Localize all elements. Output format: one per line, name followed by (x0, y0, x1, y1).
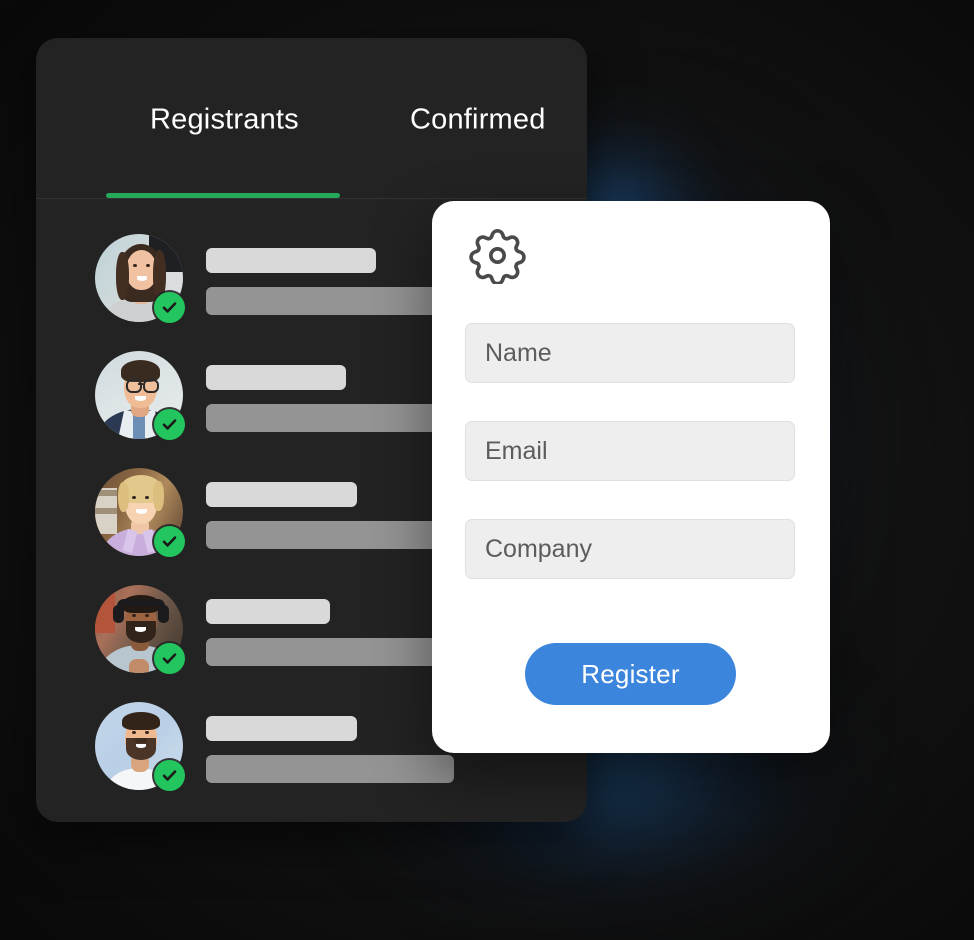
avatar (95, 468, 185, 557)
tab-divider (36, 198, 587, 199)
skeleton-bar-secondary (206, 755, 454, 783)
name-field[interactable]: Name (465, 323, 795, 383)
avatar (95, 351, 185, 440)
check-circle-icon (154, 292, 185, 323)
avatar (95, 585, 185, 674)
skeleton-bar-primary (206, 248, 376, 273)
register-button[interactable]: Register (525, 643, 736, 705)
tab-bar: Registrants Confirmed (36, 38, 587, 199)
active-tab-underline (106, 193, 340, 198)
skeleton-bars (206, 365, 443, 432)
skeleton-bar-primary (206, 482, 357, 507)
skeleton-bar-primary (206, 365, 346, 390)
skeleton-bar-primary (206, 599, 330, 624)
screenshot-root: Registrants Confirmed Name Email Company… (0, 0, 974, 940)
check-circle-icon (154, 760, 185, 791)
check-circle-icon (154, 409, 185, 440)
skeleton-bars (206, 716, 454, 783)
company-field[interactable]: Company (465, 519, 795, 579)
avatar (95, 234, 185, 323)
email-field[interactable]: Email (465, 421, 795, 481)
skeleton-bar-secondary (206, 404, 443, 432)
avatar (95, 702, 185, 791)
tab-confirmed[interactable]: Confirmed (410, 104, 546, 137)
skeleton-bar-primary (206, 716, 357, 741)
tab-registrants[interactable]: Registrants (150, 104, 299, 137)
check-circle-icon (154, 643, 185, 674)
gear-icon[interactable] (469, 227, 526, 289)
check-circle-icon (154, 526, 185, 557)
